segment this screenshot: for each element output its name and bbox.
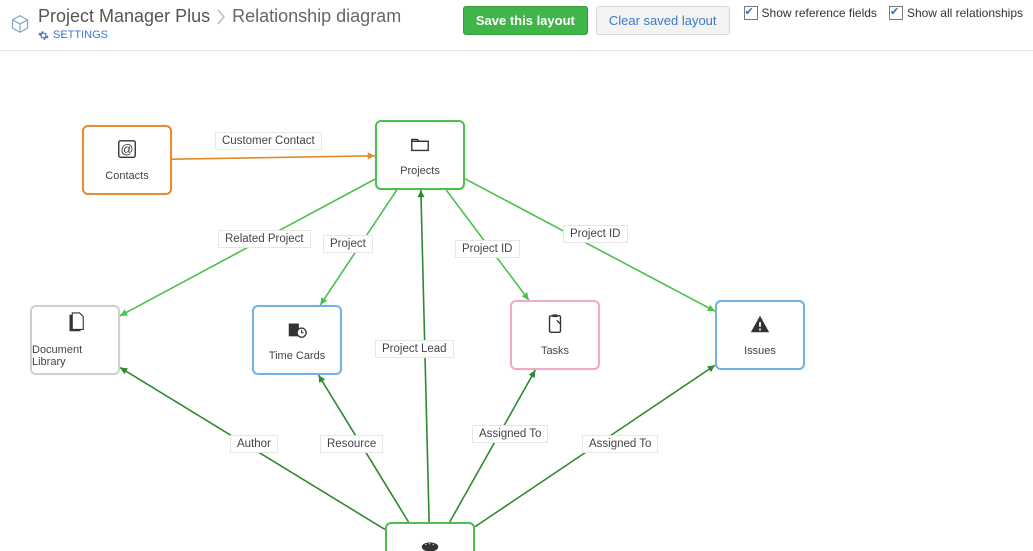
resources-icon xyxy=(418,535,442,551)
node-projects[interactable]: Projects xyxy=(375,120,465,190)
node-label: Issues xyxy=(744,345,776,357)
node-contacts[interactable]: @ Contacts xyxy=(82,125,172,195)
node-resources[interactable]: Resources xyxy=(385,522,475,551)
edge-label-resources-issues[interactable]: Assigned To xyxy=(582,435,658,453)
node-label: Tasks xyxy=(541,345,569,357)
node-doclib[interactable]: Document Library xyxy=(30,305,120,375)
checkbox-label: Show all relationships xyxy=(907,6,1023,20)
show-reference-fields-checkbox[interactable]: Show reference fields xyxy=(744,6,877,20)
edge-resources-tasks[interactable] xyxy=(450,370,536,522)
node-label: Projects xyxy=(400,165,440,177)
edge-contacts-projects[interactable] xyxy=(172,156,375,159)
node-tasks[interactable]: Tasks xyxy=(510,300,600,370)
edge-label-projects-timecards[interactable]: Project xyxy=(323,235,373,253)
doclib-icon xyxy=(63,312,87,340)
edge-label-projects-tasks[interactable]: Project ID xyxy=(455,240,520,258)
show-all-relationships-checkbox[interactable]: Show all relationships xyxy=(889,6,1023,20)
node-label: Contacts xyxy=(105,170,148,182)
gear-icon xyxy=(38,30,49,41)
edge-label-resources-doclib[interactable]: Author xyxy=(230,435,278,453)
node-timecards[interactable]: Time Cards xyxy=(252,305,342,375)
settings-label: SETTINGS xyxy=(53,29,108,41)
edge-label-resources-projects[interactable]: Project Lead xyxy=(375,340,454,358)
contacts-icon: @ xyxy=(115,138,139,166)
edge-label-resources-tasks[interactable]: Assigned To xyxy=(472,425,548,443)
cube-icon xyxy=(10,14,30,34)
edge-label-projects-issues[interactable]: Project ID xyxy=(563,225,628,243)
header: Project Manager Plus Relationship diagra… xyxy=(0,0,1033,51)
clear-layout-button[interactable]: Clear saved layout xyxy=(596,6,730,35)
checkbox-icon xyxy=(744,6,758,20)
title-block: Project Manager Plus Relationship diagra… xyxy=(10,6,401,41)
issues-icon xyxy=(748,313,772,341)
chevron-right-icon xyxy=(214,8,228,26)
tasks-icon xyxy=(543,313,567,341)
app-title: Project Manager Plus xyxy=(38,6,210,27)
node-label: Document Library xyxy=(32,344,118,368)
svg-text:@: @ xyxy=(120,142,133,157)
edge-label-contacts-projects[interactable]: Customer Contact xyxy=(215,132,322,150)
edge-label-resources-timecards[interactable]: Resource xyxy=(320,435,383,453)
edge-label-projects-doclib[interactable]: Related Project xyxy=(218,230,311,248)
node-issues[interactable]: Issues xyxy=(715,300,805,370)
save-layout-button[interactable]: Save this layout xyxy=(463,6,588,35)
page-title: Relationship diagram xyxy=(232,6,401,27)
projects-icon xyxy=(408,133,432,161)
checkbox-label: Show reference fields xyxy=(762,6,877,20)
timecards-icon xyxy=(285,318,309,346)
settings-link[interactable]: SETTINGS xyxy=(38,29,401,41)
node-label: Time Cards xyxy=(269,350,325,362)
checkbox-icon xyxy=(889,6,903,20)
